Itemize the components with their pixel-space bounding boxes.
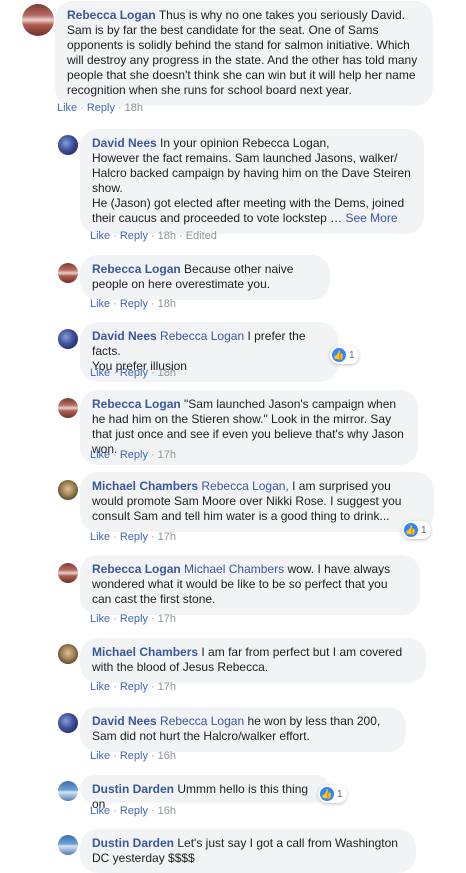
thumbs-up-icon: 👍 — [332, 348, 346, 362]
avatar[interactable] — [58, 135, 78, 155]
comment-author[interactable]: Rebecca Logan — [92, 262, 181, 276]
like-button[interactable]: Like — [90, 613, 110, 625]
comment-author[interactable]: Michael Chambers — [92, 479, 198, 493]
comment-author[interactable]: Dustin Darden — [92, 782, 174, 796]
comment-actions: Like · Reply · 17h — [90, 613, 177, 625]
comment-author[interactable]: David Nees — [92, 329, 157, 343]
comment-bubble: David Nees In your opinion Rebecca Logan… — [80, 129, 424, 234]
comment-author[interactable]: Rebecca Logan — [67, 8, 156, 22]
comment-bubble: Rebecca Logan Because other naive people… — [80, 255, 330, 300]
like-button[interactable]: Like — [57, 102, 77, 114]
comment-author[interactable]: Rebecca Logan — [92, 397, 181, 411]
avatar[interactable] — [58, 713, 78, 733]
reaction-count[interactable]: 👍 1 — [330, 346, 359, 364]
comment-timestamp[interactable]: 17h — [158, 681, 176, 693]
comment-author[interactable]: Rebecca Logan — [92, 562, 181, 576]
comment-timestamp[interactable]: 17h — [158, 449, 176, 461]
like-button[interactable]: Like — [90, 298, 110, 310]
like-button[interactable]: Like — [90, 531, 110, 543]
comment-mention[interactable]: Rebecca Logan, — [201, 479, 288, 493]
reply-button[interactable]: Reply — [120, 449, 148, 461]
reply-button[interactable]: Reply — [120, 298, 148, 310]
like-button[interactable]: Like — [90, 681, 110, 693]
comment-mention[interactable]: Rebecca Logan — [160, 329, 244, 343]
comment-bubble: Michael Chambers I am far from perfect b… — [80, 638, 426, 683]
comment-timestamp[interactable]: 18h — [158, 367, 176, 379]
comment-timestamp[interactable]: 18h — [125, 102, 143, 114]
comment-timestamp[interactable]: 18h — [158, 298, 176, 310]
reply-button[interactable]: Reply — [120, 230, 148, 242]
comment-timestamp[interactable]: 17h — [158, 613, 176, 625]
comment-actions: Like · Reply · 17h — [90, 449, 177, 461]
comment-bubble: Dustin Darden Let's just say I got a cal… — [80, 829, 416, 873]
reply-button[interactable]: Reply — [120, 805, 148, 817]
avatar[interactable] — [58, 781, 78, 801]
comment-actions: Like · Reply · 18h — [90, 298, 177, 310]
see-more-link[interactable]: See More — [346, 211, 398, 225]
comment-author[interactable]: David Nees — [92, 136, 157, 150]
avatar[interactable] — [58, 263, 78, 283]
thumbs-up-icon: 👍 — [320, 787, 334, 801]
like-button[interactable]: Like — [90, 367, 110, 379]
comment-bubble: Dustin Darden Ummm hello is this thing o… — [80, 775, 330, 811]
like-button[interactable]: Like — [90, 750, 110, 762]
comment-bubble: Rebecca Logan Michael Chambers wow. I ha… — [80, 555, 420, 615]
comment: Rebecca Logan Thus is why no one takes y… — [0, 0, 466, 120]
like-button[interactable]: Like — [90, 805, 110, 817]
comment-timestamp[interactable]: 18h — [158, 230, 176, 242]
thumbs-up-icon: 👍 — [404, 523, 418, 537]
reaction-count[interactable]: 👍 1 — [318, 785, 347, 803]
reply-button[interactable]: Reply — [120, 367, 148, 379]
comment-mention[interactable]: Rebecca Logan — [160, 714, 244, 728]
comment-mention[interactable]: Michael Chambers — [184, 562, 284, 576]
avatar[interactable] — [58, 563, 78, 583]
reply-button[interactable]: Reply — [120, 750, 148, 762]
comment-actions: Like · Reply · 18h — [57, 102, 144, 114]
like-button[interactable]: Like — [90, 449, 110, 461]
comment-bubble: Michael Chambers Rebecca Logan, I am sur… — [80, 472, 434, 532]
comment-timestamp[interactable]: 17h — [158, 531, 176, 543]
avatar[interactable] — [58, 644, 78, 664]
comment-timestamp[interactable]: 16h — [158, 750, 176, 762]
reply-button[interactable]: Reply — [120, 681, 148, 693]
like-button[interactable]: Like — [90, 230, 110, 242]
comment-bubble: David Nees Rebecca Logan he won by less … — [80, 707, 406, 752]
comment-actions: Like · Reply · 18h · Edited — [90, 230, 217, 242]
avatar[interactable] — [58, 398, 78, 418]
reply-button[interactable]: Reply — [120, 613, 148, 625]
comment-actions: Like · Reply · 17h — [90, 531, 177, 543]
comment-actions: Like · Reply · 16h — [90, 750, 177, 762]
comment-actions: Like · Reply · 16h — [90, 805, 177, 817]
avatar[interactable] — [58, 329, 78, 349]
comment-actions: Like · Reply · 18h — [90, 367, 177, 379]
avatar[interactable] — [58, 480, 78, 500]
avatar[interactable] — [58, 835, 78, 855]
reply-button[interactable]: Reply — [120, 531, 148, 543]
reply-button[interactable]: Reply — [87, 102, 115, 114]
avatar[interactable] — [22, 4, 54, 36]
comment-author[interactable]: Dustin Darden — [92, 836, 174, 850]
comment-author[interactable]: David Nees — [92, 714, 157, 728]
edited-label[interactable]: Edited — [186, 230, 217, 242]
comment-author[interactable]: Michael Chambers — [92, 645, 198, 659]
comment-actions: Like · Reply · 17h — [90, 681, 177, 693]
reaction-count[interactable]: 👍 1 — [402, 521, 431, 539]
comment-timestamp[interactable]: 16h — [158, 805, 176, 817]
comment-bubble: Rebecca Logan Thus is why no one takes y… — [55, 1, 433, 106]
